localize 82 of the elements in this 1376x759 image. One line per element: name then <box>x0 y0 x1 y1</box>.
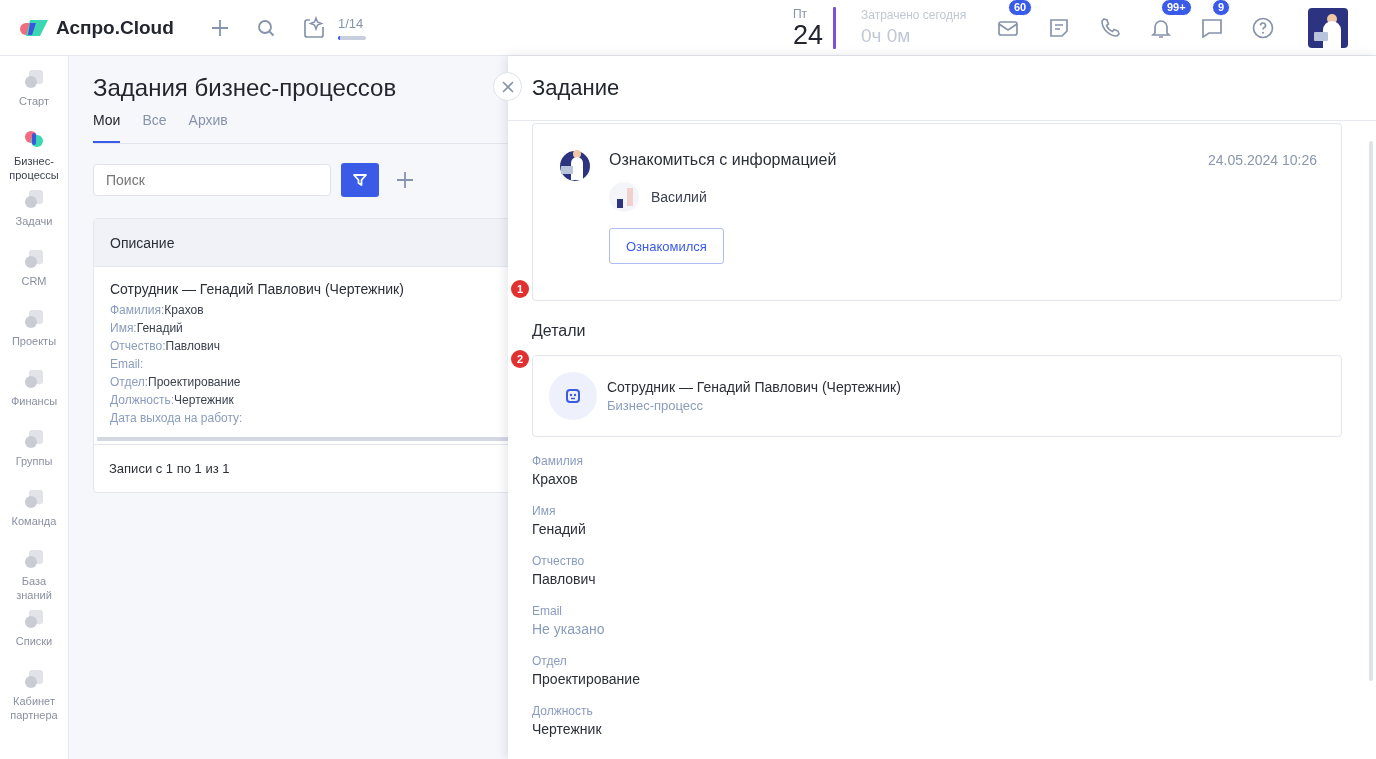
day-number: 24 <box>792 20 823 49</box>
logo-icon <box>20 17 50 38</box>
square-and-circle-icon <box>23 368 45 390</box>
field-label: Email <box>532 604 563 618</box>
row-field: Должность:Чертежник <box>110 391 234 409</box>
square-and-circle-icon <box>23 188 45 210</box>
sidebar-item[interactable]: Проекты <box>0 308 68 368</box>
field-label: Фамилия <box>532 454 584 468</box>
field-label: Отчество <box>532 554 586 568</box>
row-title[interactable]: Сотрудник — Генадий Павлович (Чертежник) <box>110 281 404 297</box>
avatar-silhouette-icon[interactable] <box>1308 7 1348 48</box>
square-and-circle-icon <box>23 428 45 450</box>
sidebar-item[interactable]: Бизнес-процессы <box>0 128 68 188</box>
row-field: Фамилия:Крахов <box>110 301 204 319</box>
task-date: 24.05.2024 10:26 <box>1208 152 1317 168</box>
square-and-circle-icon <box>23 248 45 270</box>
filter-button[interactable] <box>341 163 379 197</box>
row-field: Дата выхода на работу: <box>110 409 243 427</box>
process-type: Бизнес-процесс <box>607 398 705 413</box>
sidebar-item[interactable]: CRM <box>0 248 68 308</box>
weekday-label: Пт <box>792 6 808 21</box>
number-marker: 2 <box>511 350 529 368</box>
field-label: Имя <box>532 504 557 518</box>
help-icon[interactable] <box>1251 15 1275 40</box>
square-and-circle-icon <box>23 308 45 330</box>
field-value: Чертежник <box>532 721 603 737</box>
sidebar-item[interactable]: Старт <box>0 68 68 128</box>
scrollbar[interactable] <box>1369 141 1373 681</box>
field-label: Отдел <box>532 654 568 668</box>
column-header: Описание <box>110 234 175 251</box>
field-value: Павлович <box>532 571 597 587</box>
plus-icon[interactable] <box>210 17 230 38</box>
close-icon <box>501 80 514 93</box>
tab[interactable]: Архив <box>188 112 228 143</box>
count-badge: 9 <box>1212 0 1231 16</box>
user-avatar-icon <box>609 182 639 212</box>
sidebar-item[interactable]: Кабинет партнера <box>0 668 68 728</box>
filter-icon <box>352 172 368 188</box>
plus-icon[interactable] <box>395 170 415 190</box>
sidebar-item[interactable]: База знаний <box>0 548 68 608</box>
sidebar-item[interactable]: Задачи <box>0 188 68 248</box>
field-label: Должность <box>532 704 594 718</box>
sidebar-item[interactable]: Финансы <box>0 368 68 428</box>
count-badge: 99+ <box>1161 0 1192 16</box>
sparkle-task-icon[interactable] <box>302 15 326 40</box>
tasks-progress-bar <box>338 35 366 40</box>
square-and-circle-icon <box>23 548 45 570</box>
search-field[interactable]: Поиск <box>93 164 331 196</box>
square-and-circle-icon <box>23 608 45 630</box>
square-and-circle-icon <box>23 668 45 690</box>
tasks-counter: 1/14 <box>338 15 365 31</box>
count-badge: 60 <box>1008 0 1033 16</box>
search-icon[interactable] <box>256 17 276 38</box>
logo-text: Аспро.Cloud <box>56 16 174 39</box>
overlapping-blobs-icon <box>23 128 45 150</box>
robot-icon <box>549 372 597 420</box>
tab[interactable]: Все <box>142 112 167 143</box>
row-field: Отчество:Павлович <box>110 337 221 355</box>
sidebar-item[interactable]: Группы <box>0 428 68 488</box>
time-spent-label: Затрачено сегодня <box>861 8 968 22</box>
section-heading: Детали <box>532 322 587 340</box>
panel-title: Задание <box>532 75 620 101</box>
time-spent-value: 0ч 0м <box>861 25 912 47</box>
page-title: Задания бизнес-процессов <box>93 74 397 102</box>
field-value: Генадий <box>532 521 587 537</box>
tab[interactable]: Мои <box>93 112 121 143</box>
row-field: Email: <box>110 355 144 373</box>
sidebar-item[interactable]: Списки <box>0 608 68 668</box>
task-title: Ознакомиться с информацией <box>609 151 838 169</box>
row-field: Имя:Генадий <box>110 319 183 337</box>
acknowledge-button[interactable]: Ознакомился <box>609 228 724 264</box>
process-title: Сотрудник — Генадий Павлович (Чертежник) <box>607 379 901 395</box>
field-value: Проектирование <box>532 671 641 687</box>
square-and-circle-icon <box>23 68 45 90</box>
field-value: Не указано <box>532 621 606 637</box>
number-marker: 1 <box>511 280 529 298</box>
phone-icon[interactable] <box>1098 15 1122 40</box>
row-field: Отдел:Проектирование <box>110 373 241 391</box>
square-and-circle-icon <box>23 488 45 510</box>
field-value: Крахов <box>532 471 579 487</box>
sidebar-item[interactable]: Команда <box>0 488 68 548</box>
user-name: Василий <box>651 189 707 205</box>
